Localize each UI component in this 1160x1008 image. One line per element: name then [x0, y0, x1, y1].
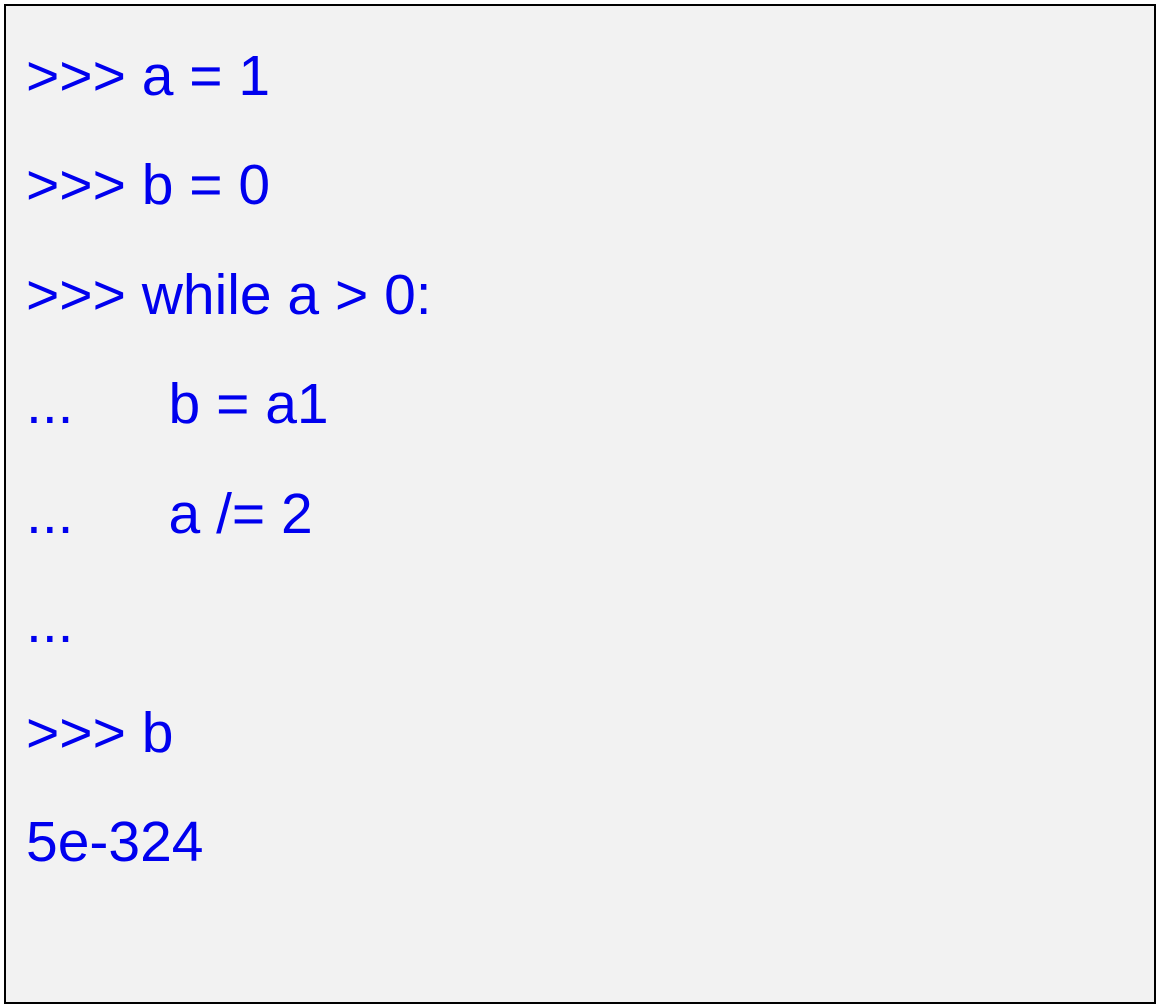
repl-code: a = 1	[142, 44, 270, 108]
repl-prompt: >>>	[26, 263, 142, 327]
repl-continuation-prompt: ...	[26, 482, 169, 546]
repl-prompt: >>>	[26, 44, 142, 108]
python-repl-terminal[interactable]: >>> a = 1 >>> b = 0 >>> while a > 0: ...…	[4, 4, 1156, 1004]
repl-code: b = 0	[142, 153, 270, 217]
repl-line: >>> b	[26, 679, 1134, 788]
repl-line: ...	[26, 569, 1134, 678]
repl-line: ... b = a1	[26, 350, 1134, 459]
repl-prompt: >>>	[26, 153, 142, 217]
repl-code: a /= 2	[169, 482, 313, 546]
repl-continuation-prompt: ...	[26, 591, 74, 655]
repl-continuation-prompt: ...	[26, 372, 169, 436]
repl-output: 5e-324	[26, 810, 204, 874]
repl-line: >>> while a > 0:	[26, 241, 1134, 350]
repl-line: >>> b = 0	[26, 131, 1134, 240]
repl-code: b	[142, 701, 174, 765]
repl-output-line: 5e-324	[26, 788, 1134, 897]
repl-line: ... a /= 2	[26, 460, 1134, 569]
repl-code: b = a1	[169, 372, 329, 436]
repl-line: >>> a = 1	[26, 22, 1134, 131]
repl-prompt: >>>	[26, 701, 142, 765]
repl-code: while a > 0:	[142, 263, 432, 327]
